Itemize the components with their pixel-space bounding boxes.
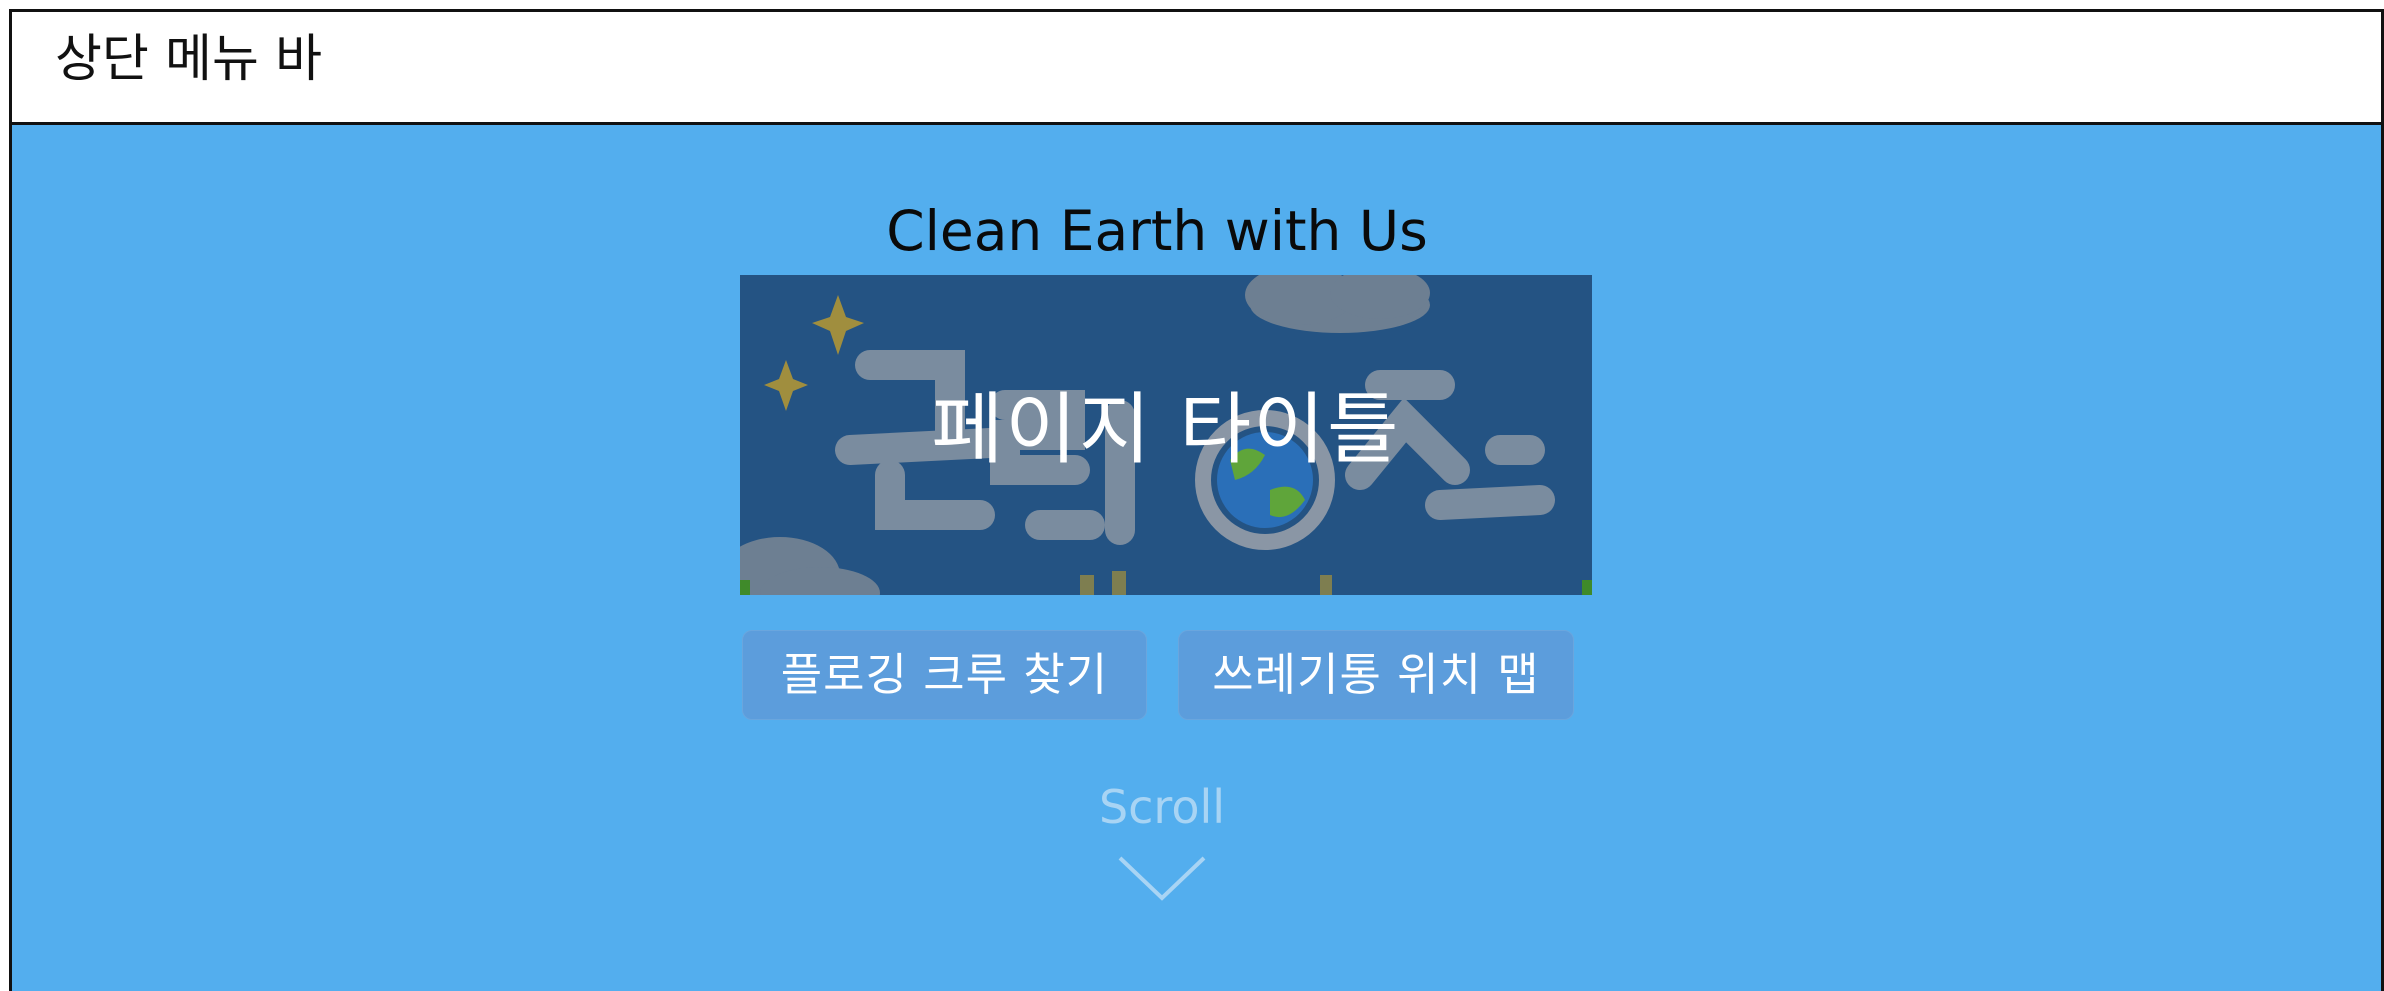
top-menu-bar-label: 상단 메뉴 바 <box>55 30 323 89</box>
hero-tagline: Clean Earth with Us <box>886 199 1428 263</box>
find-plogging-crew-button[interactable]: 플로깅 크루 찾기 <box>742 630 1147 720</box>
scroll-hint[interactable]: Scroll <box>1062 784 1262 914</box>
page-title: 페이지 타이틀 <box>931 385 1401 475</box>
chevron-down-icon <box>1118 856 1206 901</box>
page-frame: 상단 메뉴 바 Clean Earth with Us 페이지 타이틀 플로깅 … <box>9 9 2384 991</box>
hero-section: Clean Earth with Us 페이지 타이틀 플로깅 크루 찾기 쓰레… <box>12 125 2381 991</box>
hero-banner: 페이지 타이틀 <box>740 275 1592 595</box>
scroll-label: Scroll <box>1098 780 1226 834</box>
top-menu-bar[interactable]: 상단 메뉴 바 <box>12 12 2381 125</box>
cloud-shape <box>740 537 880 595</box>
trash-bin-map-button[interactable]: 쓰레기통 위치 맵 <box>1178 630 1574 720</box>
cloud-shape <box>1245 275 1430 333</box>
sparkle-icon <box>812 295 864 355</box>
